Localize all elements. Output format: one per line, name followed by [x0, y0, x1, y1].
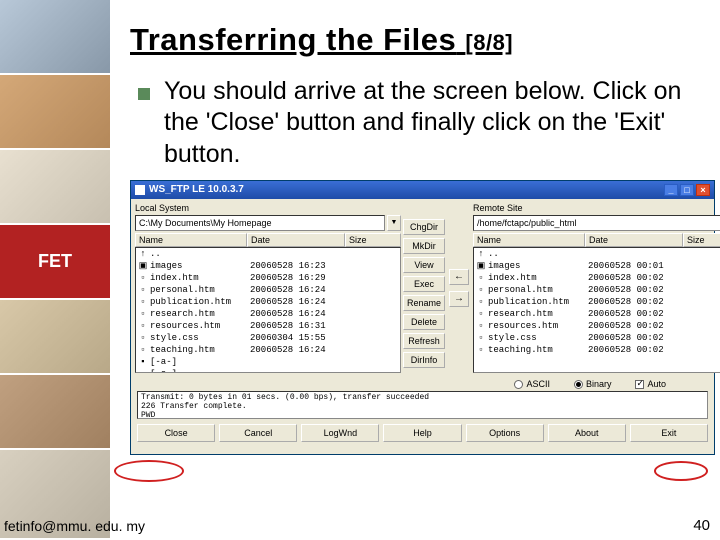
- transfer-mode-row: ASCII Binary Auto: [131, 377, 714, 391]
- window-close-button[interactable]: ×: [696, 184, 710, 196]
- refresh-button[interactable]: Refresh: [403, 333, 445, 349]
- remote-file-list[interactable]: ↑..▣images20060528 00:01▫index.htm200605…: [473, 247, 720, 373]
- fet-logo-text: FET: [38, 251, 72, 272]
- dropdown-icon[interactable]: ▼: [387, 215, 401, 231]
- file-row[interactable]: ▫style.css20060304 15:55: [136, 332, 400, 344]
- sidebar-photo: [0, 0, 110, 75]
- ascii-label: ASCII: [526, 379, 550, 389]
- slide-content: Transferring the Files [8/8] You should …: [115, 0, 720, 540]
- local-panel: Local System C:\My Documents\My Homepage…: [135, 203, 401, 373]
- sidebar-photo: [0, 75, 110, 150]
- dirinfo-button[interactable]: DirInfo: [403, 352, 445, 368]
- remote-label: Remote Site: [473, 203, 720, 213]
- file-row[interactable]: ↑..: [136, 248, 400, 260]
- remote-panel: Remote Site /home/fctapc/public_html ▼ N…: [473, 203, 720, 373]
- file-row[interactable]: ▫publication.htm20060528 00:02: [474, 296, 720, 308]
- titlebar: WS_FTP LE 10.0.3.7 _ □ ×: [131, 181, 714, 199]
- file-row[interactable]: ▪[-a-]: [136, 356, 400, 368]
- transfer-right-button[interactable]: →: [449, 291, 469, 307]
- highlight-circle-exit: [654, 461, 708, 481]
- file-row[interactable]: ▫resources.htm20060528 00:02: [474, 320, 720, 332]
- local-label: Local System: [135, 203, 401, 213]
- file-row[interactable]: ▫teaching.htm20060528 16:24: [136, 344, 400, 356]
- file-row[interactable]: ▫research.htm20060528 16:24: [136, 308, 400, 320]
- sidebar-photo: [0, 300, 110, 375]
- file-row[interactable]: ▫personal.htm20060528 00:02: [474, 284, 720, 296]
- exit-button[interactable]: Exit: [630, 424, 708, 442]
- sidebar-photo: [0, 150, 110, 225]
- exec-button[interactable]: Exec: [403, 276, 445, 292]
- sidebar-photo-fet: FET: [0, 225, 110, 300]
- help-button[interactable]: Help: [383, 424, 461, 442]
- view-button[interactable]: View: [403, 257, 445, 273]
- window-title: WS_FTP LE 10.0.3.7: [149, 184, 244, 195]
- slide-title: Transferring the Files [8/8]: [130, 22, 702, 58]
- file-row[interactable]: ▫research.htm20060528 00:02: [474, 308, 720, 320]
- chgdir-button[interactable]: ChgDir: [403, 219, 445, 235]
- file-row[interactable]: ▫index.htm20060528 00:02: [474, 272, 720, 284]
- file-row[interactable]: ▫publication.htm20060528 16:24: [136, 296, 400, 308]
- page-number: 40: [693, 517, 710, 534]
- minimize-button[interactable]: _: [664, 184, 678, 196]
- options-button[interactable]: Options: [466, 424, 544, 442]
- logwnd-button[interactable]: LogWnd: [301, 424, 379, 442]
- status-line: 226 Transfer complete.: [141, 402, 704, 411]
- body-text: You should arrive at the screen below. C…: [164, 76, 702, 170]
- local-file-list[interactable]: ↑..▣images20060528 16:23▫index.htm200605…: [135, 247, 401, 373]
- app-icon: [135, 185, 145, 195]
- close-button[interactable]: Close: [137, 424, 215, 442]
- title-counter: [8/8]: [465, 30, 513, 55]
- transfer-left-button[interactable]: ←: [449, 269, 469, 285]
- highlight-circle-close: [114, 460, 184, 482]
- col-name[interactable]: Name: [473, 233, 585, 247]
- photo-sidebar: FET: [0, 0, 110, 540]
- file-row[interactable]: ▫personal.htm20060528 16:24: [136, 284, 400, 296]
- binary-radio[interactable]: [574, 380, 583, 389]
- col-date[interactable]: Date: [585, 233, 683, 247]
- file-row[interactable]: ▪[-c-]: [136, 368, 400, 373]
- status-line: PWD: [141, 411, 704, 420]
- file-row[interactable]: ↑..: [474, 248, 720, 260]
- file-row[interactable]: ▫teaching.htm20060528 00:02: [474, 344, 720, 356]
- status-line: Transmit: 0 bytes in 01 secs. (0.00 bps)…: [141, 393, 704, 402]
- col-date[interactable]: Date: [247, 233, 345, 247]
- delete-button[interactable]: Delete: [403, 314, 445, 330]
- footer-email: fetinfo@mmu. edu. my: [4, 518, 145, 534]
- col-size[interactable]: Size: [683, 233, 720, 247]
- file-row[interactable]: ▫resources.htm20060528 16:31: [136, 320, 400, 332]
- remote-path-input[interactable]: /home/fctapc/public_html: [473, 215, 720, 231]
- binary-label: Binary: [586, 379, 612, 389]
- bullet-row: You should arrive at the screen below. C…: [130, 76, 702, 170]
- cancel-button[interactable]: Cancel: [219, 424, 297, 442]
- title-main: Transferring the Files: [130, 22, 456, 57]
- col-name[interactable]: Name: [135, 233, 247, 247]
- file-row[interactable]: ▫style.css20060528 00:02: [474, 332, 720, 344]
- auto-checkbox[interactable]: [635, 380, 644, 389]
- auto-label: Auto: [647, 379, 666, 389]
- mkdir-button[interactable]: MkDir: [403, 238, 445, 254]
- status-log: Transmit: 0 bytes in 01 secs. (0.00 bps)…: [137, 391, 708, 419]
- maximize-button[interactable]: □: [680, 184, 694, 196]
- local-path-input[interactable]: C:\My Documents\My Homepage: [135, 215, 385, 231]
- bullet-icon: [138, 88, 150, 100]
- about-button[interactable]: About: [548, 424, 626, 442]
- file-row[interactable]: ▣images20060528 00:01: [474, 260, 720, 272]
- sidebar-photo: [0, 375, 110, 450]
- file-row[interactable]: ▣images20060528 16:23: [136, 260, 400, 272]
- file-row[interactable]: ▫index.htm20060528 16:29: [136, 272, 400, 284]
- ascii-radio[interactable]: [514, 380, 523, 389]
- rename-button[interactable]: Rename: [403, 295, 445, 311]
- col-size[interactable]: Size: [345, 233, 401, 247]
- ftp-window: WS_FTP LE 10.0.3.7 _ □ × Local System C:…: [130, 180, 715, 455]
